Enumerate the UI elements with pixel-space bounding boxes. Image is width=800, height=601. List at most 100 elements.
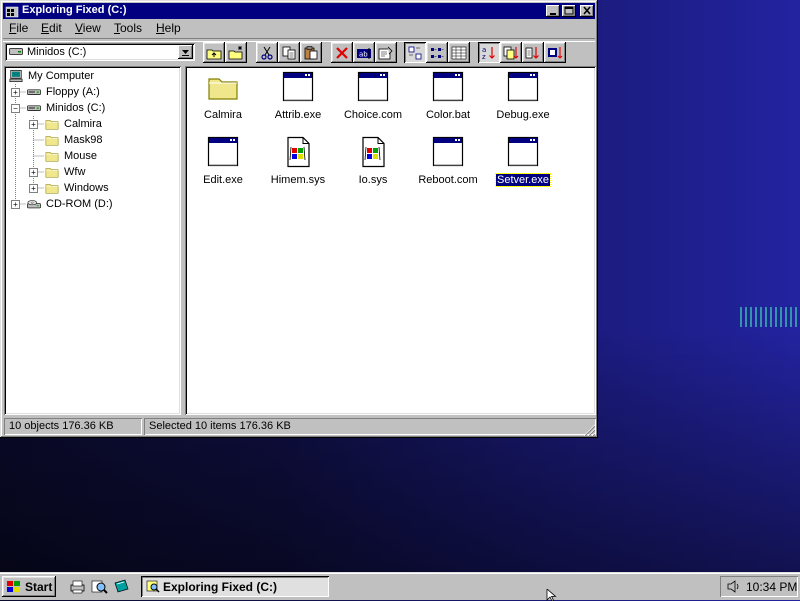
properties-button[interactable] [375,42,397,63]
folder-icon [45,184,59,194]
up-folder-button[interactable] [203,42,225,63]
sort-by-size-button[interactable] [522,42,544,63]
maximize-button[interactable] [562,5,576,17]
paste-button[interactable] [300,42,322,63]
window-title: Exploring Fixed (C:) [22,4,127,16]
collapse-minus-icon[interactable]: − [11,104,20,113]
file-item-label: Debug.exe [487,109,559,121]
expand-plus-icon[interactable]: + [29,184,38,193]
file-item-label: Reboot.com [412,174,484,186]
close-icon [583,6,591,15]
scissors-icon [261,46,273,60]
small-icons-view-button[interactable] [426,42,448,63]
explorer-window[interactable]: Exploring Fixed (C:) File Edit View Tool… [0,0,598,438]
close-button[interactable] [580,5,594,17]
tree-item-label: Mouse [64,150,98,162]
delete-button[interactable] [331,42,353,63]
taskbar-task-label: Exploring Fixed (C:) [163,580,277,594]
quicklaunch-printer-icon[interactable] [69,578,86,595]
file-item-debug-exe[interactable]: Debug.exe [487,71,559,131]
file-item-himem-sys[interactable]: Himem.sys [262,136,334,196]
file-item-edit-exe[interactable]: Edit.exe [187,136,259,196]
hard-drive-icon [27,105,41,111]
file-item-reboot-com[interactable]: Reboot.com [412,136,484,196]
menu-tools[interactable]: Tools [114,21,142,35]
copy-icon [282,46,296,60]
large-icons-view-button[interactable] [404,42,426,63]
expand-plus-icon[interactable]: + [11,88,20,97]
file-item-label: Choice.com [337,109,409,121]
sort-date-icon [548,47,563,59]
expand-plus-icon[interactable]: + [11,200,20,209]
drive-select[interactable]: Minidos (C:) [5,43,195,61]
file-item-io-sys[interactable]: Io.sys [337,136,409,196]
menu-view[interactable]: View [75,21,101,35]
rename-button[interactable]: ab [353,42,375,63]
quicklaunch-desktop-icon[interactable] [113,578,130,595]
quicklaunch-find-icon[interactable] [91,578,108,595]
windows-logo-icon [7,581,20,592]
file-item-label: Himem.sys [262,174,334,186]
start-button[interactable]: Start [2,576,56,597]
file-item-label: Setver.exe [487,173,559,187]
window-titlebar[interactable]: Exploring Fixed (C:) [3,3,595,19]
system-file-icon [362,136,385,168]
clock[interactable]: 10:34 PM [746,580,797,594]
file-name-text: Reboot.com [418,174,478,186]
program-window-icon [507,136,539,167]
menu-edit[interactable]: Edit [41,21,62,35]
file-item-setver-exe[interactable]: Setver.exe [487,136,559,196]
menu-file[interactable]: File [9,21,28,35]
copy-button[interactable] [278,42,300,63]
rename-icon: ab [357,48,371,59]
arrow-down-icon [182,50,189,56]
drive-select-dropdown-button[interactable] [178,45,193,59]
file-item-label: Color.bat [412,109,484,121]
program-window-icon [282,71,314,102]
menu-help[interactable]: Help [156,21,181,35]
maximize-icon [564,6,574,15]
minimize-button[interactable] [546,5,560,17]
taskbar: Start Exploring Fixed (C:) 10:34 PM [0,572,800,600]
large-icons-icon [408,46,422,60]
program-window-icon [507,71,539,102]
expand-plus-icon[interactable]: + [29,120,38,129]
new-folder-button[interactable] [225,42,247,63]
details-list-icon [451,46,467,60]
system-file-icon [287,136,310,168]
file-item-calmira[interactable]: Calmira [187,71,259,131]
floppy-drive-icon [27,89,41,95]
list-view-button[interactable] [448,42,470,63]
folder-icon [45,168,59,178]
file-item-choice-com[interactable]: Choice.com [337,71,409,131]
sort-by-name-button[interactable]: az [478,42,500,63]
taskbar-explorer-task[interactable]: Exploring Fixed (C:) [141,576,329,597]
program-window-icon [357,71,389,102]
file-item-color-bat[interactable]: Color.bat [412,71,484,131]
tree-item-label: Minidos (C:) [46,102,106,114]
new-folder-icon [228,46,243,60]
expand-plus-icon[interactable]: + [29,168,38,177]
file-name-text: Debug.exe [496,109,550,121]
computer-icon [9,69,23,83]
speaker-volume-icon[interactable] [726,579,741,594]
file-name-text: Calmira [204,109,242,121]
sort-by-type-button[interactable] [500,42,522,63]
program-window-icon [432,136,464,167]
minimize-icon [550,13,556,15]
desktop-stripes-decoration [740,307,800,327]
folder-icon [45,120,59,130]
cut-button[interactable] [256,42,278,63]
resize-grip-icon[interactable] [583,424,596,436]
cdrom-drive-icon [27,200,41,209]
start-label: Start [25,580,53,594]
menu-bar: File Edit View Tools Help [3,20,595,36]
file-item-label: Calmira [187,109,259,121]
file-list-pane[interactable]: Calmira Attrib.exe Choice.com Color.bat Debu… [185,66,596,415]
file-item-attrib-exe[interactable]: Attrib.exe [262,71,334,131]
folder-tree-pane[interactable]: My Computer Floppy (A:) + Minidos (C:) − Calm… [4,66,181,415]
system-tray: 10:34 PM [720,576,798,597]
sort-by-date-button[interactable] [544,42,566,63]
sort-size-icon [525,47,539,59]
explorer-app-icon [5,6,19,18]
